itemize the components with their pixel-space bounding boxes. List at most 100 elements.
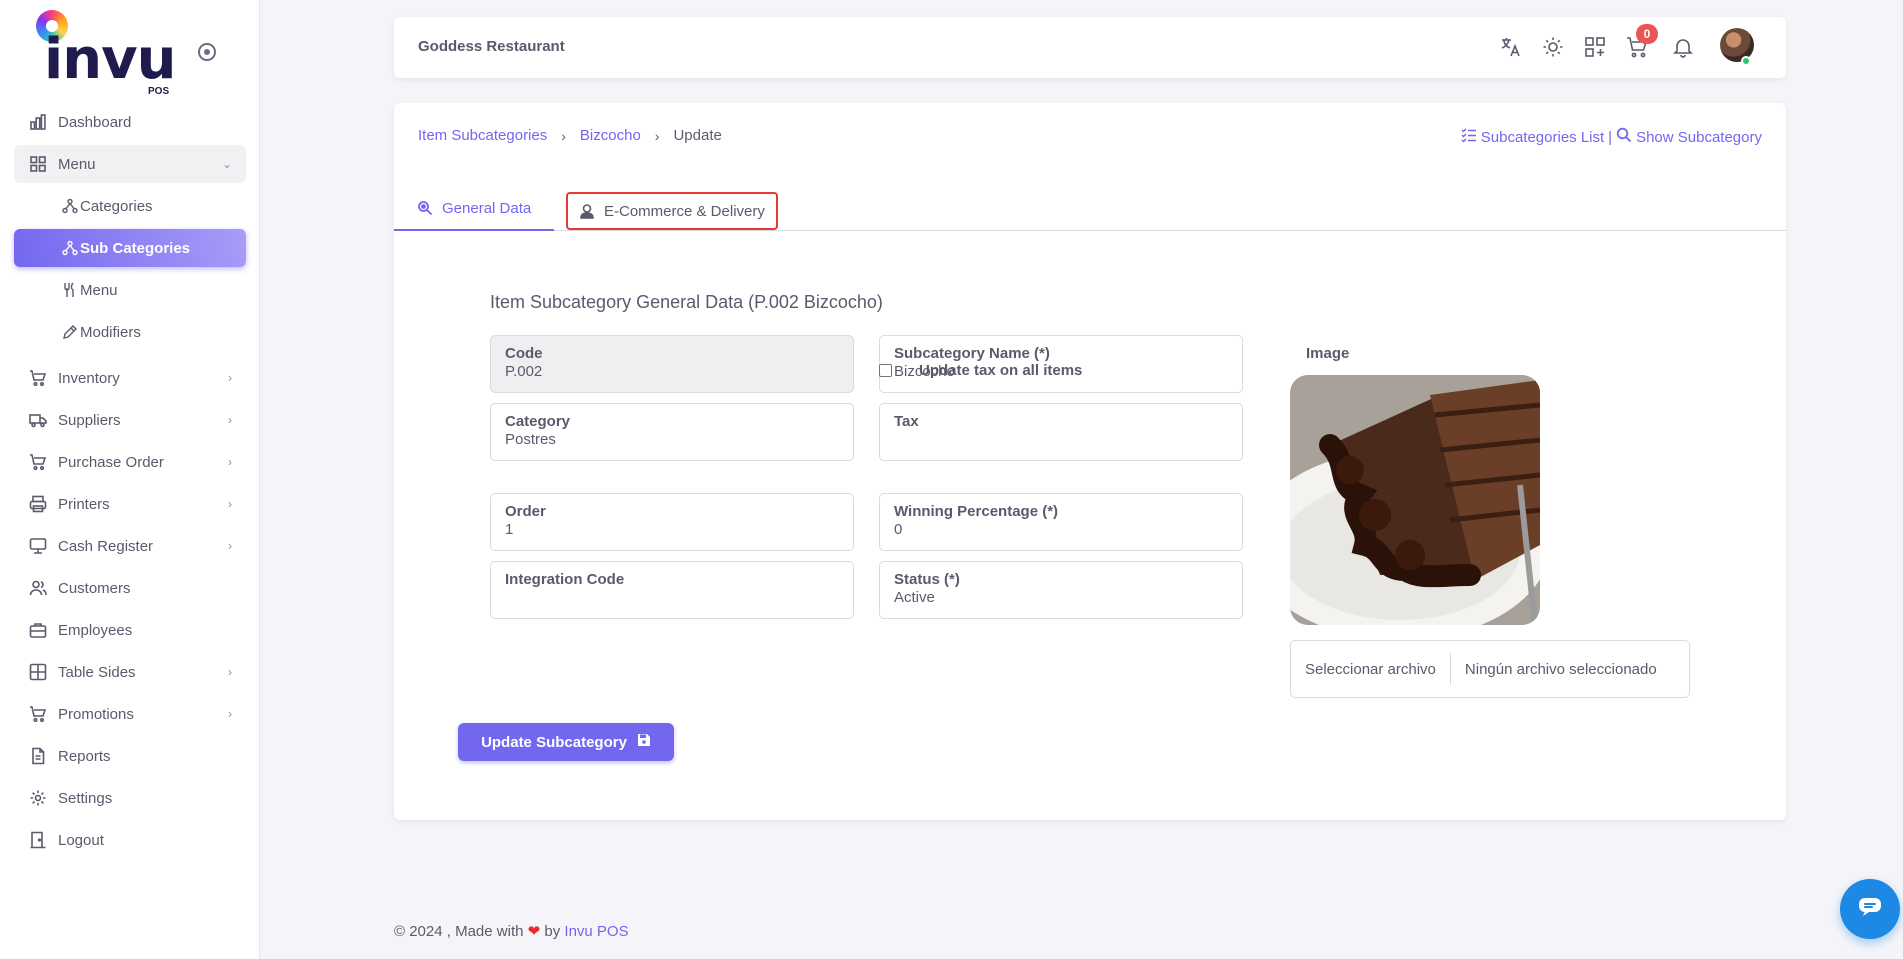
chevron-right-icon: ›: [228, 413, 232, 427]
sidebar-item-customers[interactable]: Customers: [14, 569, 246, 607]
sidebar-item-inventory[interactable]: Inventory ›: [14, 359, 246, 397]
table-icon: [28, 662, 48, 682]
translate-icon[interactable]: [1499, 35, 1523, 59]
subcategories-list-link[interactable]: Subcategories List: [1481, 129, 1604, 146]
order-field[interactable]: Order 1: [490, 493, 854, 551]
field-label: Status (*): [894, 571, 960, 588]
sidebar-item-label: Employees: [58, 621, 133, 639]
chevron-right-icon: ›: [228, 497, 232, 511]
search-icon: [1616, 127, 1632, 147]
sidebar-item-purchase-order[interactable]: Purchase Order ›: [14, 443, 246, 481]
bell-icon[interactable]: [1671, 35, 1695, 59]
sun-theme-icon[interactable]: [1541, 35, 1565, 59]
search-gear-icon: [416, 199, 434, 217]
tab-ecommerce-delivery[interactable]: E-Commerce & Delivery: [566, 192, 778, 230]
image-label: Image: [1306, 345, 1350, 362]
chevron-right-icon: ›: [561, 127, 566, 144]
sidebar-item-logout[interactable]: Logout: [14, 821, 246, 859]
status-select[interactable]: Status (*) Active: [879, 561, 1243, 619]
sidebar-item-label: Inventory: [58, 369, 120, 387]
footer-by: by: [544, 923, 561, 940]
sidebar-item-printers[interactable]: Printers ›: [14, 485, 246, 523]
tabs: General Data E-Commerce & Delivery: [394, 187, 1786, 231]
sidebar-item-label: Cash Register: [58, 537, 154, 555]
show-subcategory-link[interactable]: Show Subcategory: [1636, 129, 1762, 146]
sidebar-subitem-menu[interactable]: Menu: [14, 271, 246, 309]
sidebar-item-settings[interactable]: Settings: [14, 779, 246, 817]
sidebar-item-table-sides[interactable]: Table Sides ›: [14, 653, 246, 691]
sidebar-item-label: Printers: [58, 495, 110, 513]
delivery-person-icon: [578, 202, 596, 220]
sidebar-item-reports[interactable]: Reports: [14, 737, 246, 775]
sidebar-item-label: Settings: [58, 789, 113, 807]
sidebar-item-label: Suppliers: [58, 411, 121, 429]
breadcrumb-current: Update: [673, 127, 722, 144]
sidebar-subitem-modifiers[interactable]: Modifiers: [14, 313, 246, 351]
field-value: 0: [894, 521, 903, 538]
cart-icon: [28, 368, 48, 388]
category-select[interactable]: Category Postres: [490, 403, 854, 461]
field-label: Subcategory Name (*): [894, 345, 1050, 362]
sidebar-item-label: Customers: [58, 579, 131, 597]
chevron-down-icon: ⌄: [221, 157, 232, 171]
menu-pin-toggle-icon[interactable]: [198, 43, 216, 61]
sidebar-subitem-sub-categories[interactable]: Sub Categories: [14, 229, 246, 267]
chat-support-button[interactable]: [1840, 879, 1900, 939]
truck-icon: [28, 410, 48, 430]
chevron-right-icon: ›: [228, 707, 232, 721]
footer-invu-link[interactable]: Invu POS: [564, 923, 628, 940]
field-label: Tax: [894, 413, 919, 430]
sidebar-subitem-categories[interactable]: Categories: [14, 187, 246, 225]
footer-copyright: © 2024 , Made with: [394, 923, 524, 940]
utensils-icon: [62, 282, 78, 298]
sidebar-item-label: Dashboard: [58, 113, 132, 131]
tab-label: E-Commerce & Delivery: [604, 202, 765, 220]
subcategory-image: [1290, 375, 1540, 625]
choose-file-button[interactable]: Seleccionar archivo: [1291, 653, 1451, 685]
file-name-text: Ningún archivo seleccionado: [1464, 660, 1657, 678]
sidebar-item-promotions[interactable]: Promotions ›: [14, 695, 246, 733]
shopping-cart-icon: [28, 452, 48, 472]
sidebar-item-menu[interactable]: Menu ⌄: [14, 145, 246, 183]
cash-register-icon: [28, 536, 48, 556]
heart-icon: ❤: [527, 923, 541, 940]
sidebar-item-label: Table Sides: [58, 663, 136, 681]
briefcase-icon: [28, 620, 48, 640]
tab-label: General Data: [442, 199, 532, 217]
hierarchy-icon: [62, 240, 78, 256]
winning-percentage-field[interactable]: Winning Percentage (*) 0: [879, 493, 1243, 551]
update-tax-label: Update tax on all items: [919, 362, 1083, 379]
cart-icon: [28, 704, 48, 724]
image-file-input[interactable]: Seleccionar archivo Ningún archivo selec…: [1290, 640, 1690, 698]
logo-text: invu: [44, 27, 176, 92]
sidebar-item-label: Promotions: [58, 705, 134, 723]
chevron-right-icon: ›: [228, 455, 232, 469]
list-check-icon: [1461, 127, 1477, 147]
sidebar-item-label: Reports: [58, 747, 111, 765]
sidebar-subitem-label: Sub Categories: [80, 239, 191, 257]
hierarchy-icon: [62, 198, 78, 214]
sidebar-item-dashboard[interactable]: Dashboard: [14, 103, 246, 141]
breadcrumb-item-bizcocho[interactable]: Bizcocho: [580, 127, 641, 144]
update-subcategory-button[interactable]: Update Subcategory: [458, 723, 674, 761]
invu-logo[interactable]: invu POS: [34, 10, 184, 100]
field-value: 1: [505, 521, 514, 538]
save-floppy-icon: [637, 733, 651, 751]
online-status-dot: [1741, 56, 1751, 66]
field-value: Postres: [505, 431, 556, 448]
tab-general-data[interactable]: General Data: [394, 187, 554, 231]
header-links: Subcategories List | Show Subcategory: [1461, 127, 1762, 147]
integration-code-field[interactable]: Integration Code: [490, 561, 854, 619]
breadcrumb-item-subcategories[interactable]: Item Subcategories: [418, 127, 547, 144]
apps-grid-icon[interactable]: [1583, 35, 1607, 59]
gear-icon: [28, 788, 48, 808]
sidebar-item-employees[interactable]: Employees: [14, 611, 246, 649]
sidebar-item-cash-register[interactable]: Cash Register ›: [14, 527, 246, 565]
subcategory-edit-card: Item Subcategories › Bizcocho › Update S…: [394, 103, 1786, 820]
code-field[interactable]: Code P.002: [490, 335, 854, 393]
chevron-right-icon: ›: [228, 371, 232, 385]
sidebar-subitem-label: Menu: [80, 281, 118, 299]
tax-select[interactable]: Tax: [879, 403, 1243, 461]
sidebar-item-suppliers[interactable]: Suppliers ›: [14, 401, 246, 439]
update-tax-checkbox[interactable]: [879, 364, 892, 377]
